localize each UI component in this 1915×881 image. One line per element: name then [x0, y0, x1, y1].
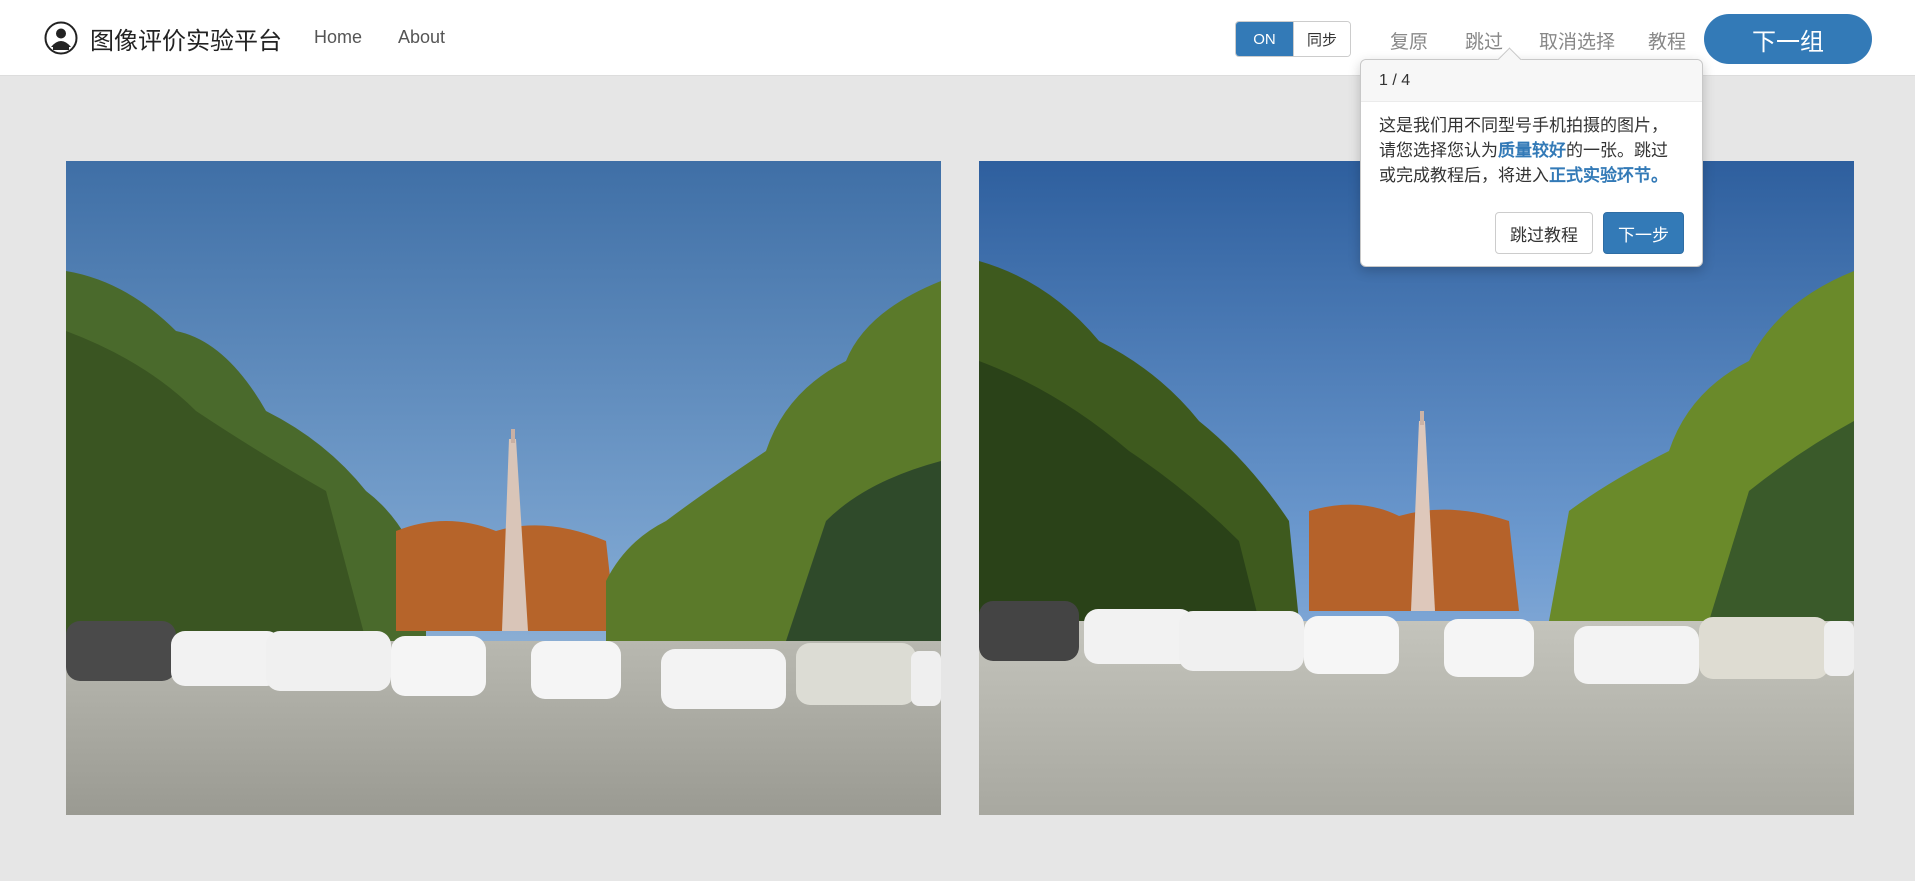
left-photo[interactable]: [66, 161, 941, 815]
person-circle-icon: [44, 21, 78, 55]
toggle-sync-button[interactable]: 同步: [1293, 22, 1350, 56]
toggle-on-button[interactable]: ON: [1236, 22, 1293, 56]
tutorial-actions: 跳过教程 下一步: [1495, 212, 1684, 254]
sync-toggle-group: ON 同步: [1235, 21, 1351, 57]
deselect-link[interactable]: 取消选择: [1539, 27, 1615, 54]
step-counter: 1 / 4: [1379, 71, 1411, 89]
skip-tutorial-button[interactable]: 跳过教程: [1495, 212, 1593, 254]
tutorial-step-indicator: 1 / 4: [1361, 60, 1702, 102]
nav-home-link[interactable]: Home: [314, 27, 362, 48]
nav-about-link[interactable]: About: [398, 27, 445, 48]
tutorial-content: 这是我们用不同型号手机拍摄的图片，请您选择您认为质量较好的一张。跳过或完成教程后…: [1361, 102, 1702, 189]
tutorial-highlight-formal: 正式实验环节。: [1549, 166, 1668, 186]
tutorial-highlight-quality: 质量较好: [1498, 141, 1566, 161]
next-step-button[interactable]: 下一步: [1603, 212, 1684, 254]
tutorial-popover: 1 / 4 这是我们用不同型号手机拍摄的图片，请您选择您认为质量较好的一张。跳过…: [1360, 47, 1703, 267]
tutorial-link[interactable]: 教程: [1648, 27, 1686, 54]
skip-link[interactable]: 跳过: [1465, 27, 1503, 54]
app-title: 图像评价实验平台: [90, 26, 282, 55]
next-group-button[interactable]: 下一组: [1704, 14, 1872, 64]
brand[interactable]: 图像评价实验平台: [44, 18, 282, 58]
restore-link[interactable]: 复原: [1390, 27, 1428, 54]
left-photo-canvas: [66, 161, 941, 815]
